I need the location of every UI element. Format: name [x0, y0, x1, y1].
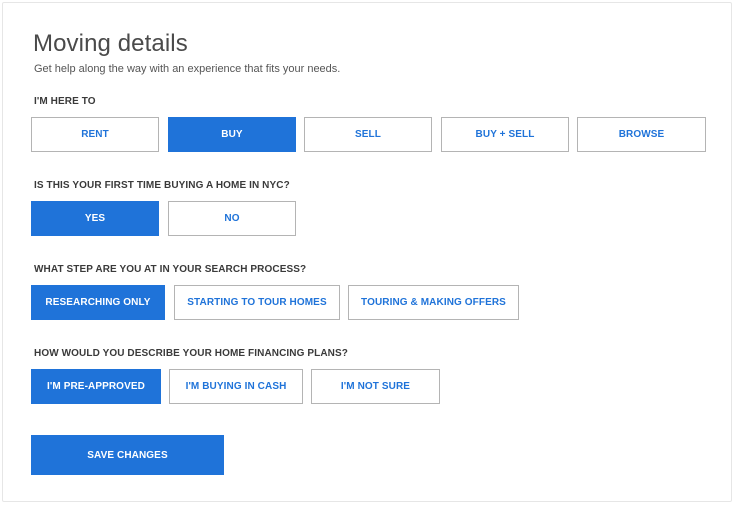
question-label-financing: HOW WOULD YOU DESCRIBE YOUR HOME FINANCI…	[34, 348, 348, 359]
question-label-search-step: WHAT STEP ARE YOU AT IN YOUR SEARCH PROC…	[34, 264, 307, 275]
question-label-first-time: IS THIS YOUR FIRST TIME BUYING A HOME IN…	[34, 180, 290, 191]
option-browse-button[interactable]: BROWSE	[577, 117, 706, 152]
option-touring-making-offers-button[interactable]: TOURING & MAKING OFFERS	[348, 285, 519, 320]
page-subtitle: Get help along the way with an experienc…	[34, 63, 341, 75]
option-yes-button[interactable]: YES	[31, 201, 159, 236]
option-starting-to-tour-button[interactable]: STARTING TO TOUR HOMES	[174, 285, 340, 320]
option-researching-only-button[interactable]: RESEARCHING ONLY	[31, 285, 165, 320]
option-buying-in-cash-button[interactable]: I'M BUYING IN CASH	[169, 369, 303, 404]
moving-details-card: Moving details Get help along the way wi…	[2, 2, 732, 502]
option-pre-approved-button[interactable]: I'M PRE-APPROVED	[31, 369, 161, 404]
option-buy-button[interactable]: BUY	[168, 117, 296, 152]
option-not-sure-button[interactable]: I'M NOT SURE	[311, 369, 440, 404]
save-changes-button[interactable]: SAVE CHANGES	[31, 435, 224, 475]
option-sell-button[interactable]: SELL	[304, 117, 432, 152]
option-buy-sell-button[interactable]: BUY + SELL	[441, 117, 569, 152]
question-label-intent: I'M HERE TO	[34, 96, 96, 107]
option-rent-button[interactable]: RENT	[31, 117, 159, 152]
page-title: Moving details	[33, 30, 188, 57]
option-no-button[interactable]: NO	[168, 201, 296, 236]
